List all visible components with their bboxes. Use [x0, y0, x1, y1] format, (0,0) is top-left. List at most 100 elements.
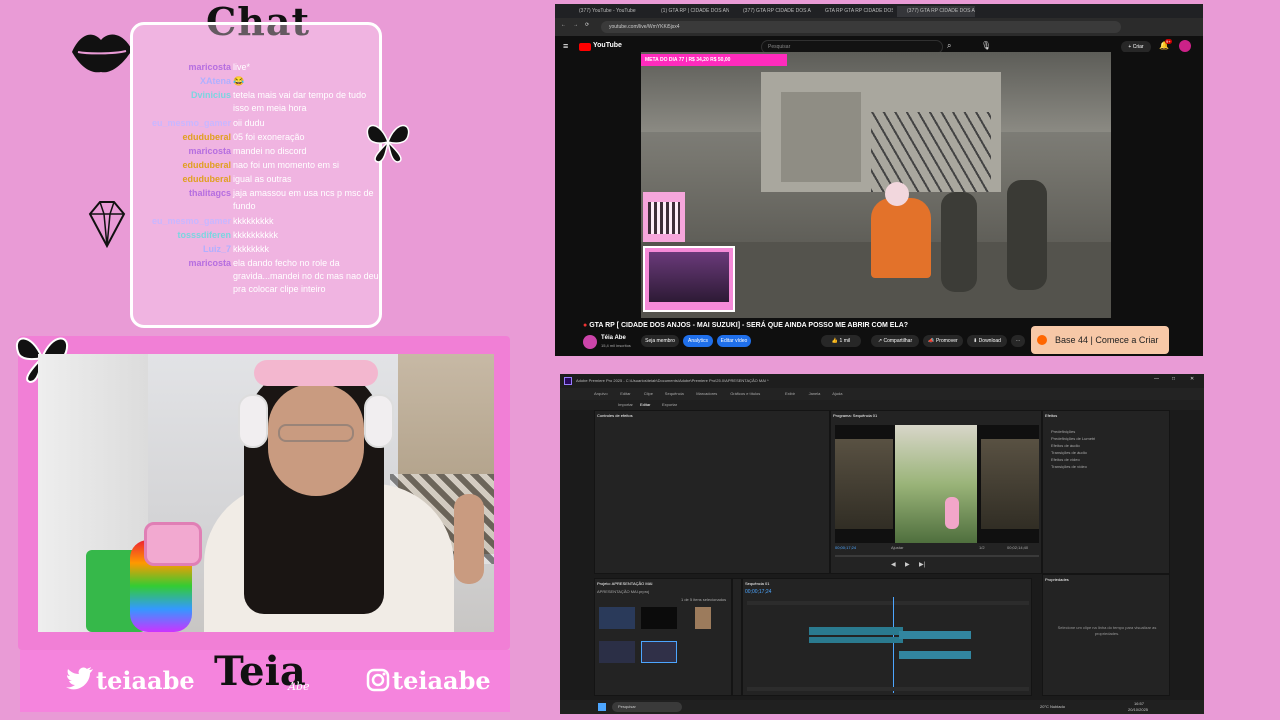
timeline-clip[interactable]: [809, 637, 903, 643]
effects-tab[interactable]: Efeitos: [1045, 413, 1057, 418]
download-button[interactable]: ⬇ Download: [967, 335, 1007, 347]
microphone-icon[interactable]: 🎙: [981, 41, 991, 50]
promote-button[interactable]: 📣 Promover: [923, 335, 963, 347]
menu-item[interactable]: Arquivo: [594, 391, 608, 396]
search-icon[interactable]: ⌕: [947, 41, 951, 51]
windows-start-icon[interactable]: [598, 703, 606, 711]
chat-username[interactable]: maricosta: [188, 61, 231, 74]
channel-name[interactable]: Téia Abe: [601, 335, 626, 341]
timeline-clip[interactable]: [899, 631, 971, 639]
menu-item[interactable]: Editar: [620, 391, 630, 396]
chat-username[interactable]: eu_mesmo_gamer: [152, 215, 231, 228]
media-thumbnail[interactable]: [599, 607, 635, 629]
chat-username[interactable]: Dvinicius: [191, 89, 231, 102]
workspace-tabs: Importar Editar Exportar: [560, 400, 1204, 410]
menu-item[interactable]: Marcadores: [696, 391, 717, 396]
chat-username[interactable]: thalitagcs: [189, 187, 231, 200]
menu-item[interactable]: Gráficos e títulos: [730, 391, 760, 396]
program-monitor-label: Programa: Sequência 01: [833, 413, 878, 418]
program-scrubber[interactable]: [835, 555, 1039, 557]
more-options-icon[interactable]: ⋯: [1011, 335, 1025, 347]
items-selected-label: 1 de 5 itens selecionados: [681, 597, 727, 602]
media-thumbnail[interactable]: [641, 607, 677, 629]
timeline-clip[interactable]: [809, 627, 903, 635]
timeline-ruler[interactable]: [747, 601, 1029, 605]
workspace-tab[interactable]: Editar: [640, 402, 650, 407]
effects-folder[interactable]: Transições de áudio: [1051, 450, 1087, 455]
analytics-button[interactable]: Analytics: [683, 335, 713, 347]
step-forward-icon[interactable]: ▶|: [919, 561, 925, 568]
maximize-icon[interactable]: □: [1172, 376, 1175, 382]
minimize-icon[interactable]: —: [1154, 376, 1159, 382]
workspace-tab[interactable]: Importar: [618, 402, 633, 407]
menu-item[interactable]: Exibir: [785, 391, 795, 396]
sequence-timecode[interactable]: 00;00;17;24: [745, 589, 771, 595]
join-button[interactable]: Seja membro: [641, 335, 679, 347]
menu-item[interactable]: Sequência: [665, 391, 684, 396]
menu-item[interactable]: Ajuda: [832, 391, 842, 396]
ad-banner[interactable]: Base 44 | Comece a Criar: [1031, 326, 1169, 354]
effects-folder[interactable]: Predefinições de Lumetri: [1051, 436, 1095, 441]
project-label[interactable]: Projeto: APRESENTAÇÃO MAI: [597, 581, 653, 586]
effects-folder[interactable]: Transições de vídeo: [1051, 464, 1087, 469]
browser-tab[interactable]: (377) YouTube - YouTube: [569, 6, 647, 17]
chat-text: nao foi um momento em si: [233, 160, 340, 170]
effect-controls-tab[interactable]: Controles de efeitos: [597, 413, 633, 418]
channel-avatar[interactable]: [583, 335, 597, 349]
avatar[interactable]: [1179, 40, 1191, 52]
back-icon[interactable]: ←: [561, 22, 566, 28]
media-thumbnail[interactable]: [641, 641, 677, 663]
program-quality-select[interactable]: 1/2: [979, 545, 985, 550]
reload-icon[interactable]: ⟳: [585, 22, 589, 28]
forward-icon[interactable]: →: [573, 22, 578, 28]
chat-username[interactable]: maricosta: [188, 145, 231, 158]
chat-username[interactable]: eduduberal: [182, 173, 231, 186]
chat-text: tetela mais vai dar tempo de tudo isso e…: [233, 90, 367, 113]
browser-tab[interactable]: (377) GTA RP CIDADE DOS ANJOS: [733, 6, 811, 17]
chat-username[interactable]: eduduberal: [182, 159, 231, 172]
chat-username[interactable]: eu_mesmo_gamer: [152, 117, 231, 130]
timeline-clip[interactable]: [899, 651, 971, 659]
close-icon[interactable]: ✕: [1190, 376, 1194, 382]
sequence-tab[interactable]: Sequência 01: [745, 581, 769, 586]
like-button[interactable]: 👍 1 mil: [821, 335, 861, 347]
chat-username[interactable]: maricosta: [188, 257, 231, 270]
share-button[interactable]: ↗ Compartilhar: [871, 335, 919, 347]
youtube-logo[interactable]: YouTube: [593, 42, 622, 49]
playback-controls[interactable]: ◀ ▶ ▶|: [891, 561, 1011, 569]
lips-icon: [72, 34, 132, 73]
webcam-feed: [38, 354, 494, 632]
chat-username[interactable]: Luiz_7: [203, 243, 231, 256]
brand-logo: Teia: [214, 648, 324, 708]
timeline-scrollbar[interactable]: [747, 687, 1029, 691]
taskbar-search-input[interactable]: Pesquisar: [612, 702, 682, 712]
effects-folder[interactable]: Efeitos de vídeo: [1051, 457, 1080, 462]
program-timecode[interactable]: 00;00;17;24: [835, 545, 856, 550]
browser-tab[interactable]: (377) GTA RP CIDADE DOS ANJOS: [897, 6, 975, 17]
effects-folder[interactable]: Predefinições: [1051, 429, 1075, 434]
step-back-icon[interactable]: ◀: [891, 561, 896, 568]
program-fit-select[interactable]: Ajustar: [891, 545, 903, 550]
play-icon[interactable]: ▶: [905, 561, 910, 568]
edit-video-button[interactable]: Editar vídeo: [717, 335, 751, 347]
url-input[interactable]: youtube.com/live/WmYKKi5jsx4: [601, 21, 1121, 33]
media-thumbnail[interactable]: [599, 641, 635, 663]
chat-text: igual as outras: [233, 174, 292, 184]
chat-username[interactable]: tosssdiferen: [177, 229, 231, 242]
chat-username[interactable]: XAtena: [200, 75, 231, 88]
workspace-tab[interactable]: Exportar: [662, 402, 677, 407]
menu-item[interactable]: Janela: [809, 391, 821, 396]
properties-tab[interactable]: Propriedades: [1045, 577, 1069, 582]
premiere-window: Adobe Premiere Pro 2025 - C:\Usuarios\te…: [560, 374, 1204, 714]
media-thumbnail[interactable]: [695, 607, 711, 629]
chat-username[interactable]: eduduberal: [182, 131, 231, 144]
menu-item[interactable]: Clipe: [644, 391, 653, 396]
menu-icon[interactable]: ≡: [563, 41, 568, 51]
browser-tab-bar: (377) YouTube - YouTube (1) GTA RP | CIDA…: [555, 4, 1203, 18]
program-preview: [835, 425, 1039, 543]
playhead[interactable]: [893, 597, 894, 693]
effects-folder[interactable]: Efeitos de áudio: [1051, 443, 1080, 448]
video-player[interactable]: META DO DIA 77 | R$ 34,20 R$ 50,00: [641, 52, 1111, 318]
browser-tab[interactable]: (1) GTA RP | CIDADE DOS ANJOS - MAI SU..…: [651, 6, 729, 17]
browser-tab[interactable]: GTA RP GTA RP CIDADE DOS ANJOS: [815, 6, 893, 17]
